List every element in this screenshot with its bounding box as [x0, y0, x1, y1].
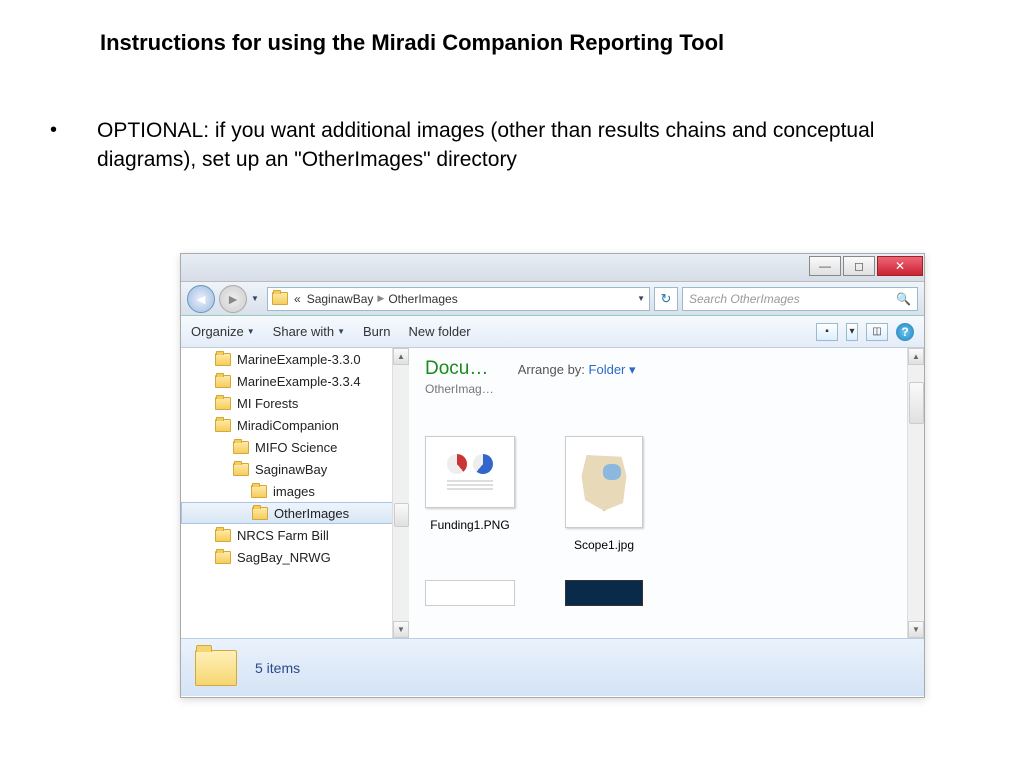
tree-item[interactable]: NRCS Farm Bill — [181, 524, 409, 546]
breadcrumb-prefix: « — [294, 292, 301, 306]
address-dropdown-icon[interactable]: ▼ — [637, 294, 645, 303]
search-icon: 🔍 — [896, 292, 911, 306]
tree-item-label: SaginawBay — [255, 462, 327, 477]
folder-icon — [272, 292, 288, 305]
folder-icon — [252, 507, 268, 520]
tree-item[interactable]: MarineExample-3.3.0 — [181, 348, 409, 370]
folder-icon — [215, 551, 231, 564]
tree-item-label: NRCS Farm Bill — [237, 528, 329, 543]
view-dropdown-button[interactable]: ▾ — [846, 323, 858, 341]
folder-icon — [233, 441, 249, 454]
library-title: Docu… — [425, 358, 494, 380]
view-mode-button[interactable]: ▪ — [816, 323, 838, 341]
close-button[interactable]: ✕ — [877, 256, 923, 276]
tree-pane: MarineExample-3.3.0 MarineExample-3.3.4 MI… — [181, 348, 409, 638]
file-thumb[interactable]: Scope1.jpg — [565, 436, 643, 552]
tree-item-label: SagBay_NRWG — [237, 550, 331, 565]
file-label: Funding1.PNG — [425, 518, 515, 532]
refresh-button[interactable]: ↻ — [654, 287, 678, 311]
breadcrumb-seg1[interactable]: SaginawBay — [307, 292, 374, 306]
folder-icon — [215, 397, 231, 410]
tree-item-label: MI Forests — [237, 396, 298, 411]
tree-item[interactable]: OtherImages — [181, 502, 409, 524]
library-subtitle: OtherImag… — [425, 382, 494, 396]
folder-icon — [215, 375, 231, 388]
arrange-by-dropdown[interactable]: Folder ▾ — [589, 362, 636, 377]
share-button[interactable]: Share with▼ — [273, 324, 345, 339]
tree-item-label: MarineExample-3.3.0 — [237, 352, 361, 367]
tree-item[interactable]: SagBay_NRWG — [181, 546, 409, 568]
file-thumb[interactable]: Funding1.PNG — [425, 436, 515, 552]
search-placeholder: Search OtherImages — [689, 292, 800, 306]
slide-title: Instructions for using the Miradi Compan… — [100, 30, 964, 56]
tree-item[interactable]: images — [181, 480, 409, 502]
newfolder-button[interactable]: New folder — [408, 324, 470, 339]
tree-item-label: images — [273, 484, 315, 499]
back-button[interactable]: ◄ — [187, 285, 215, 313]
file-label: Scope1.jpg — [565, 538, 643, 552]
chevron-right-icon: ▶ — [377, 293, 384, 304]
titlebar: — ◻ ✕ — [181, 254, 924, 282]
scroll-up-icon[interactable]: ▲ — [908, 348, 924, 365]
scroll-down-icon[interactable]: ▼ — [393, 621, 409, 638]
folder-icon — [233, 463, 249, 476]
tree-item-label: OtherImages — [274, 506, 349, 521]
content-pane: Docu… OtherImag… Arrange by: Folder ▾ — [409, 348, 924, 638]
minimize-button[interactable]: — — [809, 256, 841, 276]
tree-item-label: MIFO Science — [255, 440, 337, 455]
organize-button[interactable]: Organize▼ — [191, 324, 255, 339]
scroll-grip[interactable] — [909, 382, 924, 424]
tree-item-label: MiradiCompanion — [237, 418, 339, 433]
folder-icon — [215, 353, 231, 366]
file-thumb-partial[interactable] — [425, 580, 515, 606]
toolbar: Organize▼ Share with▼ Burn New folder ▪ … — [181, 316, 924, 348]
tree-item[interactable]: MI Forests — [181, 392, 409, 414]
tree-item[interactable]: MiradiCompanion — [181, 414, 409, 436]
address-bar[interactable]: « SaginawBay ▶ OtherImages ▼ — [267, 287, 650, 311]
bullet-marker: • — [50, 116, 57, 175]
bullet-text: OPTIONAL: if you want additional images … — [97, 116, 964, 175]
tree-item[interactable]: MIFO Science — [181, 436, 409, 458]
scroll-up-icon[interactable]: ▲ — [393, 348, 409, 365]
navbar: ◄ ► ▼ « SaginawBay ▶ OtherImages ▼ ↻ Sea… — [181, 282, 924, 316]
status-bar: 5 items — [181, 638, 924, 696]
tree-item[interactable]: SaginawBay — [181, 458, 409, 480]
preview-pane-button[interactable]: ◫ — [866, 323, 888, 341]
explorer-window: — ◻ ✕ ◄ ► ▼ « SaginawBay ▶ OtherImages ▼… — [180, 253, 925, 698]
breadcrumb-seg2[interactable]: OtherImages — [388, 292, 457, 306]
burn-button[interactable]: Burn — [363, 324, 390, 339]
scroll-grip[interactable] — [394, 503, 409, 527]
tree-item-label: MarineExample-3.3.4 — [237, 374, 361, 389]
arrange-by: Arrange by: Folder ▾ — [518, 362, 636, 378]
thumbnail-image — [565, 436, 643, 528]
folder-icon — [195, 650, 237, 686]
search-input[interactable]: Search OtherImages 🔍 — [682, 287, 918, 311]
folder-icon — [215, 419, 231, 432]
status-text: 5 items — [255, 660, 300, 676]
maximize-button[interactable]: ◻ — [843, 256, 875, 276]
folder-icon — [251, 485, 267, 498]
content-scrollbar[interactable]: ▲ ▼ — [907, 348, 924, 638]
thumbnail-image — [425, 436, 515, 508]
tree-item[interactable]: MarineExample-3.3.4 — [181, 370, 409, 392]
file-thumb-partial[interactable] — [565, 580, 643, 606]
forward-button[interactable]: ► — [219, 285, 247, 313]
folder-icon — [215, 529, 231, 542]
tree-scrollbar[interactable]: ▲ ▼ — [392, 348, 409, 638]
help-button[interactable]: ? — [896, 323, 914, 341]
nav-history-dropdown[interactable]: ▼ — [251, 294, 263, 303]
scroll-down-icon[interactable]: ▼ — [908, 621, 924, 638]
